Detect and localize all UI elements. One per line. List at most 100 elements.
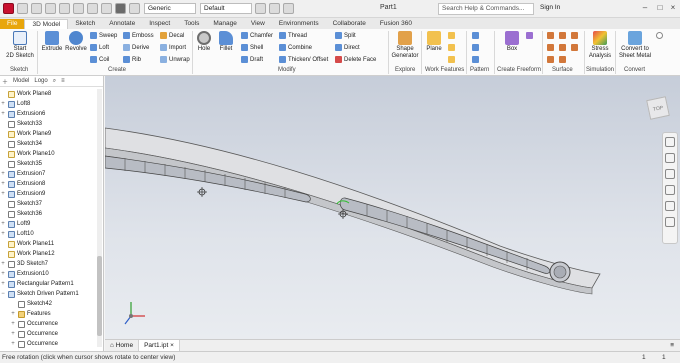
tree-item[interactable]: Work Plane12	[0, 249, 97, 259]
tab-home[interactable]: ⌂ Home	[105, 340, 140, 351]
measure-icon[interactable]	[129, 3, 140, 14]
tab-tools[interactable]: Tools	[177, 19, 206, 29]
expand-icon[interactable]: +	[0, 111, 6, 117]
tree-item[interactable]: + Occurrence	[0, 339, 97, 349]
fillet-button[interactable]: Fillet	[216, 31, 236, 53]
search-icon[interactable]: ⌕	[53, 78, 56, 85]
hole-button[interactable]: Hole	[195, 31, 213, 53]
open-icon[interactable]	[31, 3, 42, 14]
menu-icon[interactable]: ≡	[61, 78, 65, 84]
expand-icon[interactable]: +	[0, 281, 6, 287]
circular-pattern-button[interactable]	[472, 44, 481, 51]
shape-generator-button[interactable]: Shape Generator	[391, 31, 419, 60]
tree-item[interactable]: +3D Sketch7	[0, 259, 97, 269]
tab-annotate[interactable]: Annotate	[102, 19, 142, 29]
thicken-offset-button[interactable]: Thicken/ Offset	[279, 56, 328, 63]
zoom-icon[interactable]	[665, 169, 675, 179]
tree-item[interactable]: + Extrusion6	[0, 109, 97, 119]
add-icon[interactable]: ＋	[2, 77, 8, 86]
surface-tool-4[interactable]	[547, 44, 556, 51]
tree-item[interactable]: + Loft10	[0, 229, 97, 239]
point-button[interactable]	[448, 44, 457, 51]
tree-item[interactable]: Sketch36	[0, 209, 97, 219]
select-icon[interactable]	[101, 3, 112, 14]
browser-tab-model[interactable]: Model	[13, 78, 29, 84]
tree-item[interactable]: + Occurrence	[0, 319, 97, 329]
pan-icon[interactable]	[665, 153, 675, 163]
clear-appearance-icon[interactable]	[255, 3, 266, 14]
tree-item[interactable]: + Loft8	[0, 99, 97, 109]
emboss-button[interactable]: Emboss	[123, 32, 154, 39]
sweep-button[interactable]: Sweep	[90, 32, 117, 39]
revolve-button[interactable]: Revolve	[65, 31, 87, 53]
expand-icon[interactable]: +	[0, 191, 6, 197]
expand-icon[interactable]: +	[10, 341, 16, 347]
undo-icon[interactable]	[59, 3, 70, 14]
look-at-icon[interactable]	[665, 201, 675, 211]
start-2d-sketch-button[interactable]: Start 2D Sketch	[6, 31, 34, 60]
expand-icon[interactable]: −	[0, 291, 6, 297]
split-button[interactable]: Split	[335, 32, 356, 39]
tab-manage[interactable]: Manage	[206, 19, 244, 29]
surface-tool-6[interactable]	[571, 44, 580, 51]
orbit-icon[interactable]	[665, 185, 675, 195]
tab-part1[interactable]: Part1.ipt ×	[139, 340, 180, 351]
tree-item[interactable]: Sketch33	[0, 119, 97, 129]
tree-item[interactable]: Work Plane8	[0, 89, 97, 99]
tab-view[interactable]: View	[244, 19, 272, 29]
coil-button[interactable]: Coil	[90, 56, 109, 63]
browser-tab-logo[interactable]: Logo	[34, 78, 47, 84]
rib-button[interactable]: Rib	[123, 56, 141, 63]
fit-all-icon[interactable]	[665, 217, 675, 227]
axis-button[interactable]	[448, 32, 457, 39]
combine-button[interactable]: Combine	[279, 44, 312, 51]
graphics-viewport[interactable]: TOP	[105, 76, 680, 339]
tree-item[interactable]: + Extrusion10	[0, 269, 97, 279]
expand-icon[interactable]: +	[0, 181, 6, 187]
help-search-input[interactable]: Search Help & Commands...	[438, 3, 534, 15]
tree-item[interactable]: + Extrusion8	[0, 179, 97, 189]
derive-button[interactable]: Derive	[123, 44, 149, 51]
thread-button[interactable]: Thread	[279, 32, 307, 39]
ucs-button[interactable]	[448, 56, 457, 63]
freeform-more-button[interactable]	[526, 32, 535, 39]
surface-tool-3[interactable]	[571, 32, 580, 39]
app-logo-icon[interactable]	[3, 3, 14, 14]
unwrap-button[interactable]: Unwrap	[160, 56, 190, 63]
tab-inspect[interactable]: Inspect	[142, 19, 177, 29]
browser-scroll-thumb[interactable]	[97, 256, 102, 336]
steering-wheel-icon[interactable]	[665, 137, 675, 147]
decal-button[interactable]: Decal	[160, 32, 184, 39]
appearance-select[interactable]: Default	[200, 3, 252, 14]
sign-in-button[interactable]: Sign In	[540, 4, 560, 11]
expand-icon[interactable]: +	[0, 231, 6, 237]
tree-item[interactable]: + Loft9	[0, 219, 97, 229]
customize-icon[interactable]	[283, 3, 294, 14]
tree-item[interactable]: + Occurrence	[0, 329, 97, 339]
view-cube[interactable]: TOP	[646, 96, 670, 120]
new-icon[interactable]	[17, 3, 28, 14]
expand-icon[interactable]: +	[0, 101, 6, 107]
surface-tool-7[interactable]	[547, 56, 556, 63]
close-tab-icon[interactable]: ×	[170, 342, 174, 349]
tree-item[interactable]: Sketch34	[0, 139, 97, 149]
redo-icon[interactable]	[73, 3, 84, 14]
tree-item[interactable]: Sketch37	[0, 199, 97, 209]
loft-button[interactable]: Loft	[90, 44, 109, 51]
extrude-button[interactable]: Extrude	[41, 31, 63, 53]
expand-icon[interactable]: +	[0, 261, 6, 267]
delete-face-button[interactable]: Delete Face	[335, 56, 376, 63]
tab-file[interactable]: File	[0, 19, 25, 29]
convert-sheet-metal-button[interactable]: Convert to Sheet Metal	[618, 31, 652, 60]
tab-environments[interactable]: Environments	[272, 19, 326, 29]
chamfer-button[interactable]: Chamfer	[241, 32, 273, 39]
tree-item[interactable]: Sketch42	[0, 299, 97, 309]
surface-tool-5[interactable]	[559, 44, 568, 51]
tab-3d-model[interactable]: 3D Model	[24, 19, 69, 29]
expand-icon[interactable]: +	[10, 311, 16, 317]
rectangular-pattern-button[interactable]	[472, 32, 481, 39]
tree-item[interactable]: Work Plane10	[0, 149, 97, 159]
home-view-icon[interactable]	[87, 3, 98, 14]
save-icon[interactable]	[45, 3, 56, 14]
parameters-icon[interactable]	[269, 3, 280, 14]
